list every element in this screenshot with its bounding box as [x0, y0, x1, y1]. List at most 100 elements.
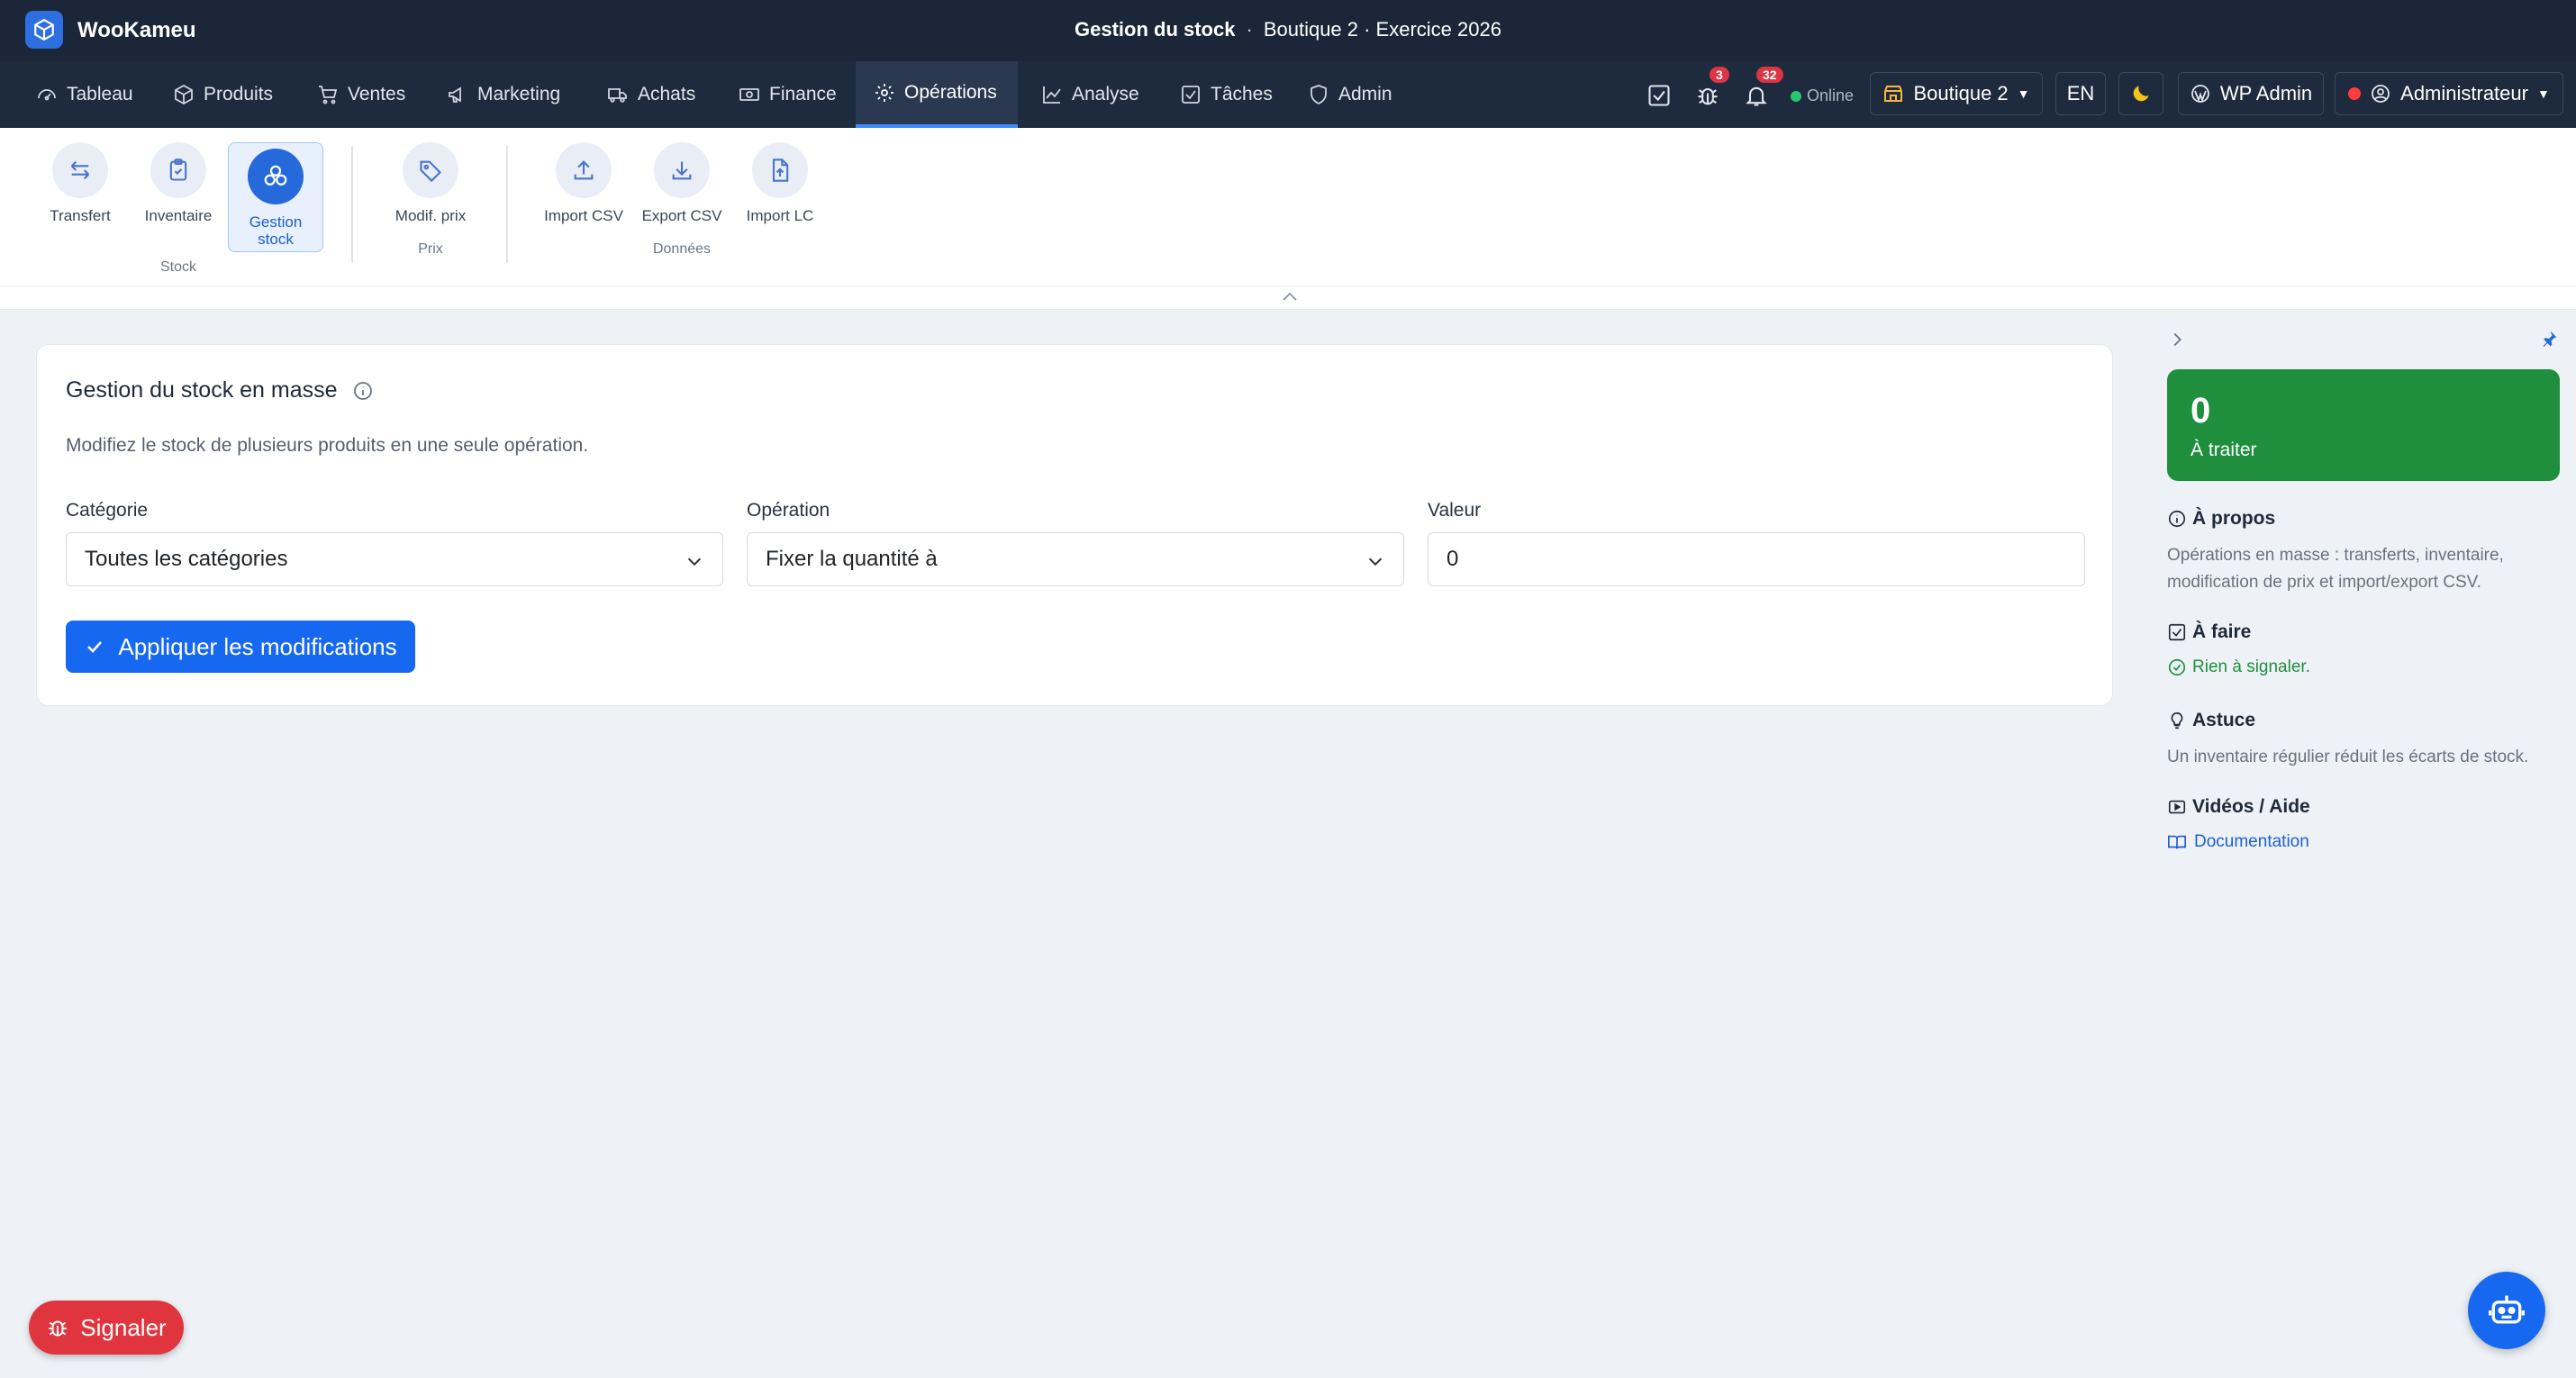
assistant-bot-button[interactable] — [2468, 1272, 2545, 1349]
ribbon-separator — [351, 146, 353, 263]
value-input[interactable]: 0 — [1428, 532, 2085, 586]
nav-item-produits[interactable]: Produits — [155, 61, 291, 128]
operation-select-value: Fixer la quantité à — [766, 547, 938, 571]
shield-icon — [1311, 85, 1327, 105]
category-label: Catégorie — [66, 500, 149, 521]
shop-icon — [1884, 86, 1903, 102]
pin-icon[interactable] — [2540, 330, 2558, 348]
file-upload-icon — [752, 142, 808, 198]
nav-item-label: Achats — [638, 84, 696, 104]
about-title: À propos — [2192, 508, 2276, 529]
ribbon-import-csv-button[interactable]: Import CSV — [536, 142, 631, 225]
chevron-down-icon — [1368, 558, 1383, 567]
online-status-label: Online — [1807, 86, 1855, 104]
ribbon-modif-prix-button[interactable]: Modif. prix — [383, 142, 478, 225]
bug-count-badge: 3 — [1710, 67, 1729, 83]
megaphone-icon — [449, 86, 461, 103]
notifications-button[interactable] — [1744, 83, 1771, 110]
apply-changes-label: Appliquer les modifications — [118, 632, 397, 660]
info-icon[interactable] — [352, 380, 374, 402]
card-title: Gestion du stock en masse — [66, 377, 374, 403]
nav-item-label: Analyse — [1072, 84, 1139, 104]
nav-item-label: Admin — [1338, 84, 1392, 104]
window-title-separator: · — [1246, 18, 1253, 41]
ribbon-import-lc-button[interactable]: Import LC — [732, 142, 828, 225]
ribbon-inventaire-button[interactable]: Inventaire — [131, 142, 226, 225]
wp-admin-button[interactable]: WP Admin — [2178, 72, 2324, 115]
check-icon — [87, 641, 103, 653]
videos-title: Vidéos / Aide — [2192, 796, 2310, 817]
check-circle-icon — [2168, 658, 2186, 676]
truck-icon — [608, 88, 627, 103]
category-select-value: Toutes les catégories — [85, 547, 288, 571]
bell-icon — [1746, 86, 1767, 106]
nav-item-analyse[interactable]: Analyse — [1023, 61, 1157, 128]
nav-item-label: Tableau — [67, 84, 133, 104]
lightbulb-icon — [2171, 712, 2183, 730]
language-label: EN — [2066, 82, 2095, 104]
documentation-link[interactable]: Documentation — [2167, 832, 2309, 852]
online-dot-icon — [1791, 90, 1801, 102]
ribbon-group-stock-label: Stock — [159, 259, 196, 275]
nav-item-admin[interactable]: Admin — [1290, 61, 1410, 128]
apply-changes-button[interactable]: Appliquer les modifications — [66, 621, 415, 673]
about-text: Opérations en masse : transferts, invent… — [2167, 546, 2504, 592]
ribbon-export-csv-button[interactable]: Export CSV — [634, 142, 730, 225]
ribbon-item-label: Import LC — [746, 207, 814, 224]
caret-down-icon: ▼ — [2536, 86, 2550, 101]
window-title-context: Boutique 2 · Exercice 2026 — [1263, 18, 1501, 41]
nav-item-label: Produits — [204, 84, 274, 104]
tasks-check-button[interactable] — [1646, 83, 1673, 110]
user-menu[interactable]: Administrateur ▼ — [2335, 72, 2563, 115]
check-square-icon — [2168, 623, 2186, 641]
nav-item-finance[interactable]: Finance — [721, 61, 855, 128]
ribbon-item-label: Transfert — [50, 207, 111, 224]
tip-heading: Astuce — [2167, 710, 2255, 731]
chevron-right-icon[interactable] — [2167, 330, 2187, 349]
chevron-down-icon — [687, 558, 702, 567]
ribbon-transfert-button[interactable]: Transfert — [32, 142, 128, 225]
nav-item-marketing[interactable]: Marketing — [429, 61, 578, 128]
bug-report-button[interactable] — [1695, 83, 1722, 110]
documentation-label: Documentation — [2194, 832, 2309, 851]
nav-item-tableau[interactable]: Tableau — [18, 61, 151, 128]
about-heading: À propos — [2167, 508, 2275, 530]
shop-selector[interactable]: Boutique 2 ▼ — [1870, 72, 2043, 115]
box-icon — [175, 84, 193, 105]
wp-admin-label: WP Admin — [2219, 82, 2313, 104]
tip-title: Astuce — [2192, 710, 2256, 730]
download-icon — [654, 142, 710, 198]
dark-mode-toggle[interactable] — [2118, 72, 2163, 115]
ribbon-collapse-bar[interactable] — [0, 286, 2576, 310]
category-select[interactable]: Toutes les catégories — [66, 532, 723, 586]
nav-item-operations[interactable]: Opérations — [856, 61, 1018, 128]
bulk-stock-card: Gestion du stock en masse Modifiez le st… — [36, 344, 2113, 706]
pending-count-card[interactable]: 0 À traiter — [2167, 369, 2560, 481]
card-title-text: Gestion du stock en masse — [66, 377, 338, 403]
value-label: Valeur — [1428, 500, 1482, 521]
check-square-icon — [1182, 86, 1200, 104]
operation-select[interactable]: Fixer la quantité à — [747, 532, 1404, 586]
ribbon-gestion-stock-button[interactable]: Gestion stock — [228, 142, 323, 252]
report-bug-button[interactable]: Signaler — [29, 1301, 184, 1355]
online-status: Online — [1791, 86, 1854, 105]
value-input-text: 0 — [1447, 547, 1459, 571]
cash-icon — [739, 88, 759, 101]
ribbon-group-donnees-label: Données — [652, 241, 712, 257]
language-button[interactable]: EN — [2055, 72, 2106, 115]
chevron-up-icon — [1283, 292, 1297, 301]
transfer-icon — [52, 142, 108, 198]
nav-item-achats[interactable]: Achats — [589, 61, 713, 128]
nav-item-taches[interactable]: Tâches — [1162, 61, 1291, 128]
ribbon-item-label: Import CSV — [544, 207, 623, 224]
ribbon-item-label: Export CSV — [641, 207, 722, 224]
report-bug-label: Signaler — [80, 1313, 167, 1341]
nav-item-label: Ventes — [348, 84, 406, 104]
cart-icon — [319, 86, 338, 104]
operation-label: Opération — [747, 500, 830, 521]
window-title-page: Gestion du stock — [1075, 18, 1236, 41]
chart-line-icon — [1043, 86, 1061, 104]
nav-item-ventes[interactable]: Ventes — [299, 61, 423, 128]
book-icon — [2168, 835, 2186, 849]
clipboard-icon — [150, 142, 206, 198]
